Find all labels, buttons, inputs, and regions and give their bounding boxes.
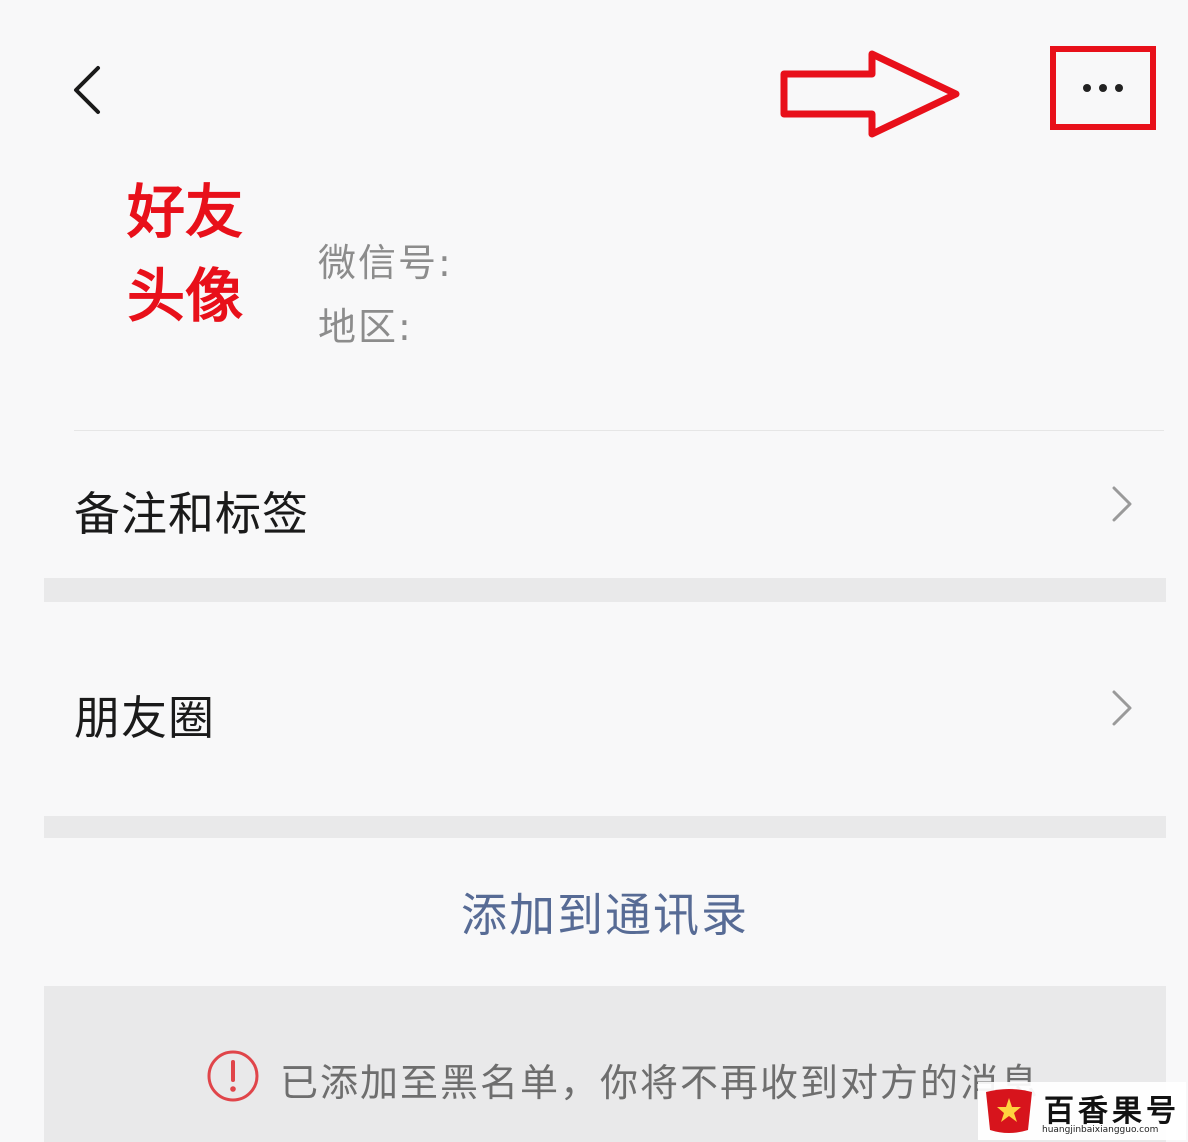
chevron-right-icon — [1112, 486, 1132, 522]
moments-label: 朋友圈 — [74, 691, 215, 745]
annotation-arrow-icon — [780, 50, 960, 138]
back-button[interactable] — [62, 58, 118, 122]
divider — [74, 430, 1164, 431]
remark-tags-row[interactable]: 备注和标签 — [44, 432, 1166, 577]
section-gap — [44, 578, 1166, 602]
watermark-url: huangjinbaixiangguo.com — [1042, 1125, 1159, 1135]
avatar-label-line2: 头像 — [126, 262, 243, 330]
chevron-right-icon — [1112, 690, 1132, 726]
wechat-id-label: 微信号: — [318, 241, 453, 285]
region-label: 地区: — [318, 305, 413, 349]
more-dots-icon — [1083, 84, 1091, 92]
blacklist-notice-text: 已添加至黑名单，你将不再收到对方的消息 — [280, 1061, 1041, 1105]
more-button[interactable] — [1062, 66, 1144, 110]
moments-row[interactable]: 朋友圈 — [44, 602, 1166, 816]
section-gap — [44, 816, 1166, 838]
add-to-contacts-button[interactable]: 添加到通讯录 — [44, 838, 1166, 986]
exclamation-circle-icon — [207, 1050, 259, 1102]
more-dot — [1099, 84, 1107, 92]
remark-tags-label: 备注和标签 — [74, 487, 309, 541]
avatar-label-line1: 好友 — [126, 178, 243, 246]
brand-logo-icon — [986, 1089, 1032, 1133]
back-chevron-icon — [74, 66, 100, 114]
more-dot — [1115, 84, 1123, 92]
avatar-placeholder: 好友 头像 — [110, 170, 260, 345]
watermark-brand: 百香果号 — [1044, 1094, 1180, 1129]
